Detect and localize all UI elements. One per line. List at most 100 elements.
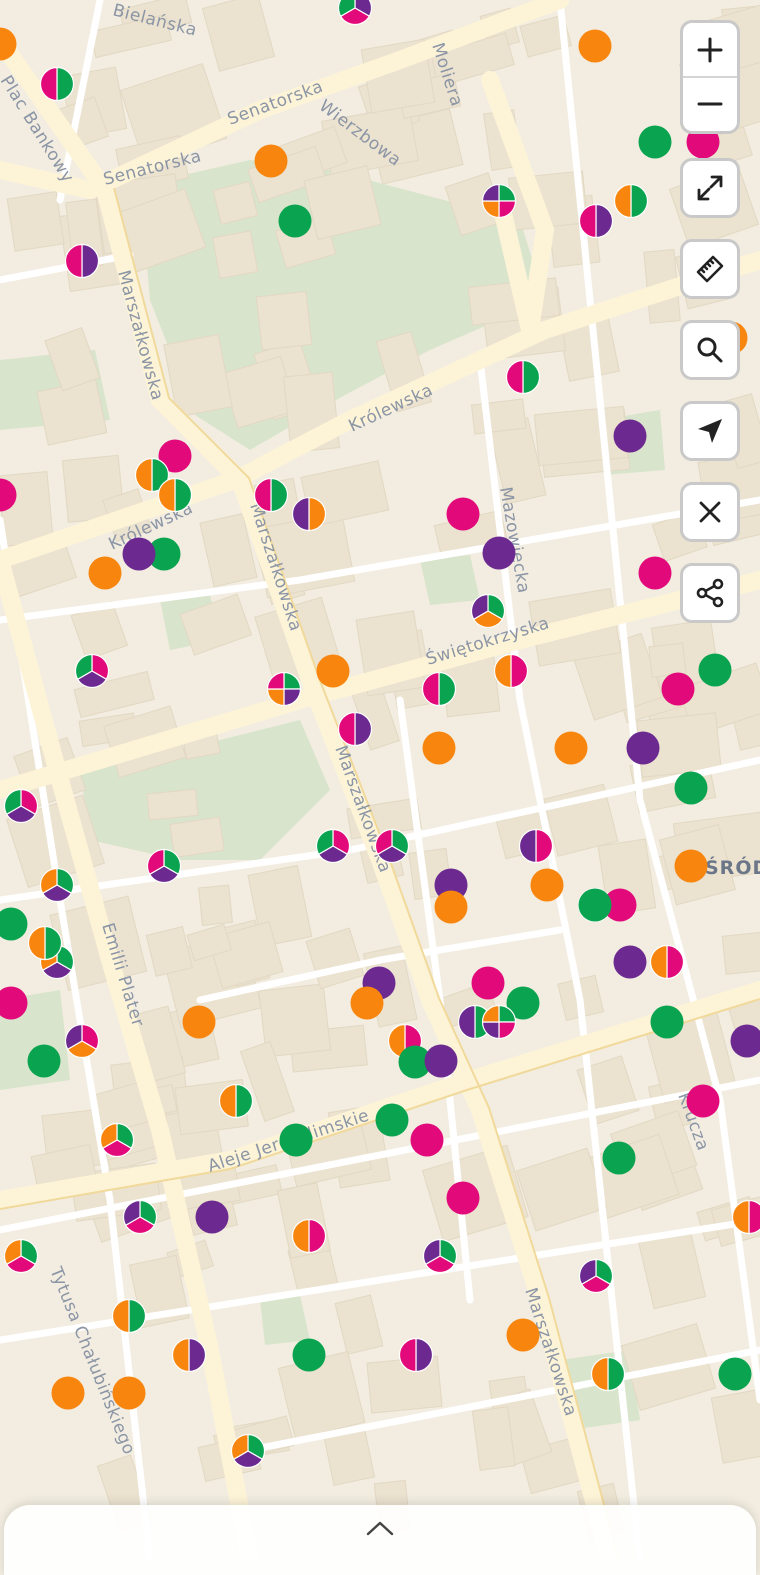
marker-slice (196, 1201, 229, 1234)
zoom-in-button[interactable] (683, 23, 737, 76)
map-marker[interactable] (424, 1240, 457, 1273)
map-marker[interactable] (376, 1104, 409, 1137)
map-marker[interactable] (89, 557, 122, 590)
map-marker[interactable] (293, 1220, 326, 1253)
map-marker[interactable] (507, 1319, 540, 1352)
map-marker[interactable] (375, 830, 408, 863)
expand-handle[interactable] (360, 1513, 400, 1543)
map-marker[interactable] (627, 732, 660, 765)
map-marker[interactable] (113, 1377, 146, 1410)
map-canvas[interactable]: BielańskaPlac BankowySenatorskaSenatorsk… (0, 0, 760, 1561)
map-marker[interactable] (447, 498, 480, 531)
zoom-out-button[interactable] (683, 78, 737, 131)
bottom-sheet[interactable] (4, 1505, 756, 1575)
map-marker[interactable] (531, 869, 564, 902)
map-marker[interactable] (472, 967, 505, 1000)
map-marker[interactable] (719, 1358, 752, 1391)
map-marker[interactable] (29, 927, 62, 960)
map-marker[interactable] (279, 205, 312, 238)
map-marker[interactable] (400, 1339, 433, 1372)
map-marker[interactable] (293, 498, 326, 531)
map-marker[interactable] (555, 732, 588, 765)
map-marker[interactable] (483, 1006, 516, 1039)
map-marker[interactable] (196, 1201, 229, 1234)
map-marker[interactable] (435, 891, 468, 924)
share-button[interactable] (680, 563, 740, 623)
map-marker[interactable] (615, 185, 648, 218)
map-marker[interactable] (351, 987, 384, 1020)
map-marker[interactable] (293, 1339, 326, 1372)
map-marker[interactable] (675, 772, 708, 805)
fullscreen-button[interactable] (680, 158, 740, 218)
map-marker[interactable] (580, 1260, 613, 1293)
marker-slice (675, 772, 708, 805)
map-marker[interactable] (423, 673, 456, 706)
marker-slice (651, 1006, 684, 1039)
marker-slice (280, 1124, 313, 1157)
map-marker[interactable] (339, 713, 372, 746)
search-button[interactable] (680, 320, 740, 380)
map-marker[interactable] (28, 1045, 61, 1078)
marker-slice (52, 1377, 85, 1410)
map-marker[interactable] (5, 1240, 38, 1273)
map-marker[interactable] (40, 869, 73, 902)
measure-button[interactable] (680, 239, 740, 299)
map-marker[interactable] (113, 1300, 146, 1333)
map-marker[interactable] (148, 850, 181, 883)
map-marker[interactable] (495, 655, 528, 688)
search-icon (693, 333, 727, 367)
map-marker[interactable] (66, 245, 99, 278)
map-marker[interactable] (639, 126, 672, 159)
map-marker[interactable] (580, 205, 613, 238)
map-marker[interactable] (472, 595, 505, 628)
map-marker[interactable] (75, 655, 108, 688)
map-marker[interactable] (183, 1006, 216, 1039)
map-marker[interactable] (255, 479, 288, 512)
clear-button[interactable] (680, 482, 740, 542)
map-marker[interactable] (603, 1142, 636, 1175)
map-marker[interactable] (483, 185, 516, 218)
map-marker[interactable] (614, 946, 647, 979)
map-marker[interactable] (255, 145, 288, 178)
map-marker[interactable] (124, 1201, 157, 1234)
marker-slice (662, 673, 695, 706)
map-marker[interactable] (483, 537, 516, 570)
map-marker[interactable] (123, 538, 156, 571)
share-icon (693, 576, 727, 610)
map-marker[interactable] (425, 1045, 458, 1078)
map-marker[interactable] (651, 1006, 684, 1039)
map-marker[interactable] (579, 889, 612, 922)
map-marker[interactable] (411, 1124, 444, 1157)
map-marker[interactable] (651, 946, 684, 979)
map-marker[interactable] (592, 1358, 625, 1391)
map-marker[interactable] (733, 1201, 760, 1234)
map-marker[interactable] (687, 1085, 720, 1118)
map-marker[interactable] (41, 68, 74, 101)
map-marker[interactable] (614, 420, 647, 453)
map-marker[interactable] (423, 732, 456, 765)
map-marker[interactable] (675, 850, 708, 883)
map-marker[interactable] (639, 557, 672, 590)
marker-slice (423, 732, 456, 765)
map-marker[interactable] (317, 830, 350, 863)
map-marker[interactable] (220, 1085, 253, 1118)
map-marker[interactable] (579, 30, 612, 63)
map-marker[interactable] (268, 673, 301, 706)
map-marker[interactable] (100, 1124, 133, 1157)
locate-button[interactable] (680, 401, 740, 461)
map-svg[interactable]: BielańskaPlac BankowySenatorskaSenatorsk… (0, 0, 760, 1561)
map-marker[interactable] (317, 655, 350, 688)
map-marker[interactable] (5, 790, 38, 823)
map-marker[interactable] (52, 1377, 85, 1410)
map-marker[interactable] (173, 1339, 206, 1372)
map-marker[interactable] (159, 479, 192, 512)
map-marker[interactable] (507, 361, 540, 394)
map-marker[interactable] (447, 1182, 480, 1215)
map-marker[interactable] (66, 1025, 99, 1058)
map-marker[interactable] (699, 654, 732, 687)
map-marker[interactable] (520, 830, 553, 863)
map-marker[interactable] (232, 1435, 265, 1468)
map-marker[interactable] (280, 1124, 313, 1157)
building-block (722, 932, 760, 975)
map-marker[interactable] (662, 673, 695, 706)
